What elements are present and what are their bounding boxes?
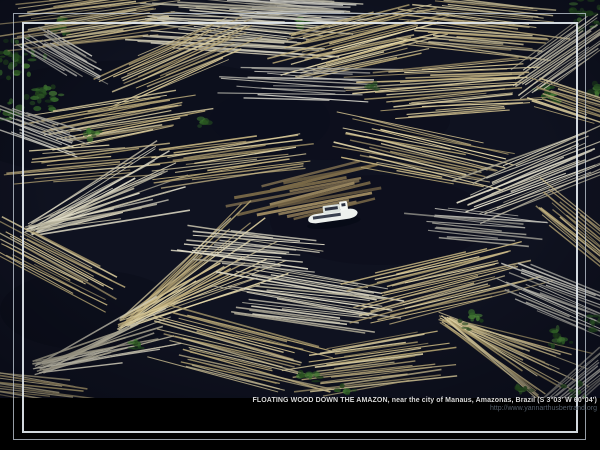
wallpaper-stage: FLOATING WOOD DOWN THE AMAZON, near the … [0,0,600,450]
aerial-photo [0,0,600,398]
photo-illustration [0,0,600,398]
caption: FLOATING WOOD DOWN THE AMAZON, near the … [253,397,597,413]
caption-title: FLOATING WOOD DOWN THE AMAZON, near the … [253,397,597,405]
caption-url-link[interactable]: http://www.yannarthusbertrand.org [253,405,597,413]
